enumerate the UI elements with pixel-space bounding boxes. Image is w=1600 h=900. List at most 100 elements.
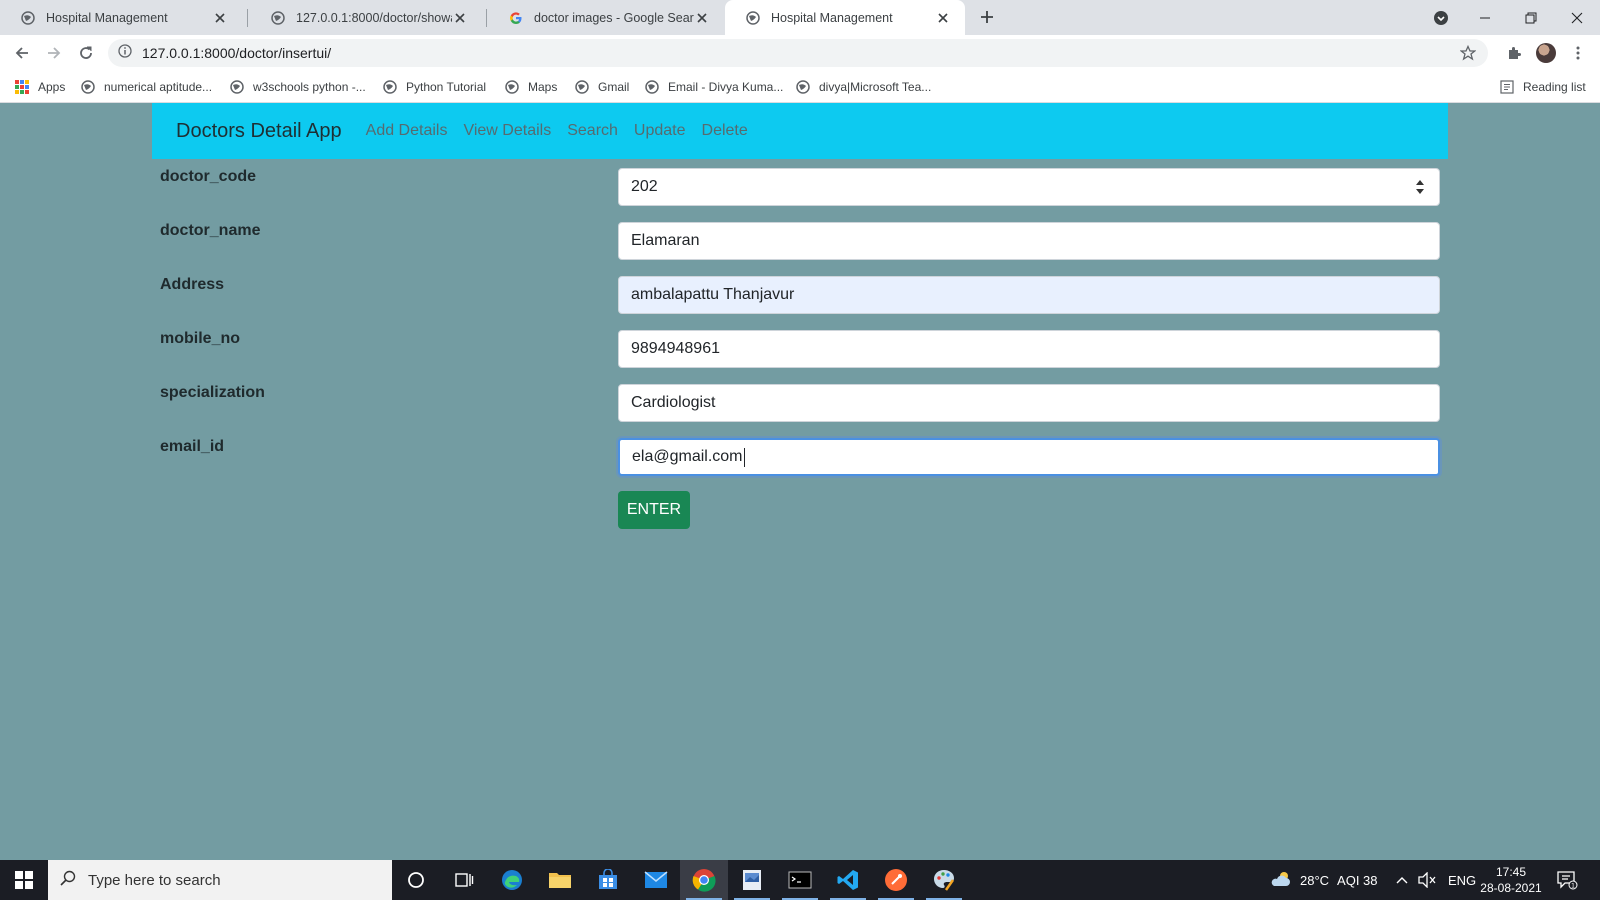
globe-icon — [645, 80, 659, 94]
nav-update[interactable]: Update — [634, 122, 686, 140]
reading-list-icon — [1500, 80, 1514, 94]
bookmark-python-tutorial[interactable]: Python Tutorial — [383, 78, 486, 96]
windows-start-icon[interactable] — [0, 860, 48, 900]
form-row-address: Address ambalapattu Thanjavur — [160, 276, 1440, 314]
bookmark-label: Gmail — [598, 80, 630, 94]
microsoft-store-icon[interactable] — [584, 860, 632, 900]
taskbar-search-box[interactable]: Type here to search — [48, 860, 392, 900]
bookmark-maps[interactable]: Maps — [505, 78, 557, 96]
field-label: email_id — [160, 438, 225, 455]
bookmark-w3schools[interactable]: w3schools python -... — [230, 78, 366, 96]
notification-center-icon[interactable]: 1 — [1556, 860, 1578, 900]
field-value: 202 — [631, 178, 658, 195]
weather-temperature: 28°C — [1300, 872, 1330, 888]
vscode-icon[interactable] — [824, 860, 872, 900]
volume-muted-icon[interactable] — [1418, 860, 1436, 900]
url-text: 127.0.0.1:8000/doctor/insertui/ — [142, 45, 332, 61]
address-input[interactable]: ambalapattu Thanjavur — [618, 276, 1440, 314]
nav-view-details[interactable]: View Details — [463, 122, 551, 140]
bookmark-star-icon[interactable] — [1459, 44, 1477, 66]
windows-taskbar: Type here to search 28°C AQI 38 ENG 17:4… — [0, 860, 1600, 900]
restore-button[interactable] — [1508, 0, 1554, 35]
field-value: 9894948961 — [631, 340, 720, 357]
tab-title: Hospital Management — [771, 10, 893, 25]
info-icon[interactable] — [118, 43, 132, 63]
google-icon — [508, 10, 524, 26]
taskbar-clock[interactable]: 17:45 28-08-2021 — [1474, 864, 1548, 896]
navbar-brand[interactable]: Doctors Detail App — [176, 120, 342, 143]
weather-aqi: AQI 38 — [1337, 872, 1378, 888]
close-icon[interactable] — [935, 10, 951, 26]
extensions-puzzle-icon[interactable] — [1502, 41, 1526, 65]
text-caret — [743, 447, 745, 467]
field-value: ela@gmail.com — [632, 448, 743, 465]
tab-hospital-management-active[interactable]: Hospital Management — [725, 0, 965, 35]
taskbar-search-placeholder: Type here to search — [88, 871, 221, 889]
show-hidden-icons-chevron-icon[interactable] — [1396, 860, 1408, 900]
field-value: ambalapattu Thanjavur — [631, 286, 795, 303]
tab-strip: Hospital Management 127.0.0.1:8000/docto… — [0, 0, 1600, 35]
tab-separator — [247, 9, 248, 27]
bookmarks-bar: Apps numerical aptitude... w3schools pyt… — [0, 71, 1600, 103]
mail-icon[interactable] — [632, 860, 680, 900]
browser-toolbar: 127.0.0.1:8000/doctor/insertui/ — [0, 35, 1600, 71]
globe-icon — [505, 80, 519, 94]
tab-google-search[interactable]: doctor images - Google Search — [488, 0, 724, 35]
nav-add-details[interactable]: Add Details — [366, 122, 448, 140]
reading-list-button[interactable]: Reading list — [1500, 78, 1586, 96]
new-tab-button[interactable] — [976, 6, 998, 28]
bookmark-numerical-aptitude[interactable]: numerical aptitude... — [81, 78, 212, 96]
photos-app-icon[interactable] — [728, 860, 776, 900]
reload-icon[interactable] — [74, 41, 98, 65]
menu-kebab-icon[interactable] — [1566, 41, 1590, 65]
language-indicator[interactable]: ENG — [1448, 860, 1476, 900]
close-icon[interactable] — [212, 10, 228, 26]
tab-separator — [486, 9, 487, 27]
email-id-input[interactable]: ela@gmail.com — [618, 438, 1440, 476]
globe-icon — [575, 80, 589, 94]
globe-icon — [20, 10, 36, 26]
enter-submit-button[interactable]: ENTER — [618, 491, 690, 529]
chrome-icon[interactable] — [680, 860, 728, 900]
doctor-name-input[interactable]: Elamaran — [618, 222, 1440, 260]
field-label: specialization — [160, 384, 265, 401]
postman-icon[interactable] — [872, 860, 920, 900]
tab-title: Hospital Management — [46, 10, 168, 25]
mobile-no-input[interactable]: 9894948961 — [618, 330, 1440, 368]
close-icon[interactable] — [694, 10, 710, 26]
doctor-code-input[interactable]: 202 — [618, 168, 1440, 206]
paint-app-icon[interactable] — [920, 860, 968, 900]
field-label: Address — [160, 276, 225, 293]
number-spinner-icon[interactable] — [1415, 177, 1425, 197]
forward-arrow-icon[interactable] — [42, 41, 66, 65]
tab-search-button[interactable] — [1418, 0, 1464, 35]
bookmark-gmail[interactable]: Gmail — [575, 78, 629, 96]
profile-avatar[interactable] — [1536, 43, 1556, 63]
bookmark-email-divya[interactable]: Email - Divya Kuma... — [645, 78, 783, 96]
edge-browser-icon[interactable] — [488, 860, 536, 900]
command-prompt-icon[interactable] — [776, 860, 824, 900]
tab-title: 127.0.0.1:8000/doctor/showall/ — [296, 10, 452, 25]
specialization-input[interactable]: Cardiologist — [618, 384, 1440, 422]
bookmark-microsoft-teams[interactable]: divya|Microsoft Tea... — [796, 78, 931, 96]
nav-search[interactable]: Search — [567, 122, 618, 140]
weather-widget[interactable]: 28°C AQI 38 — [1270, 860, 1378, 900]
nav-delete[interactable]: Delete — [702, 122, 748, 140]
close-icon[interactable] — [452, 10, 468, 26]
minimize-button[interactable] — [1462, 0, 1508, 35]
field-value: Elamaran — [631, 232, 700, 249]
file-explorer-icon[interactable] — [536, 860, 584, 900]
task-view-icon[interactable] — [440, 860, 488, 900]
field-label: doctor_name — [160, 222, 261, 239]
bookmark-label: Apps — [38, 80, 66, 94]
cortana-icon[interactable] — [392, 860, 440, 900]
bookmark-apps[interactable]: Apps — [15, 78, 65, 96]
tab-showall[interactable]: 127.0.0.1:8000/doctor/showall/ — [250, 0, 482, 35]
tab-hospital-management-1[interactable]: Hospital Management — [0, 0, 242, 35]
form-row-doctor-name: doctor_name Elamaran — [160, 222, 1440, 260]
address-bar[interactable]: 127.0.0.1:8000/doctor/insertui/ — [108, 39, 1488, 67]
close-window-button[interactable] — [1554, 0, 1600, 35]
back-arrow-icon[interactable] — [10, 41, 34, 65]
globe-icon — [81, 80, 95, 94]
bookmark-label: Maps — [528, 80, 558, 94]
